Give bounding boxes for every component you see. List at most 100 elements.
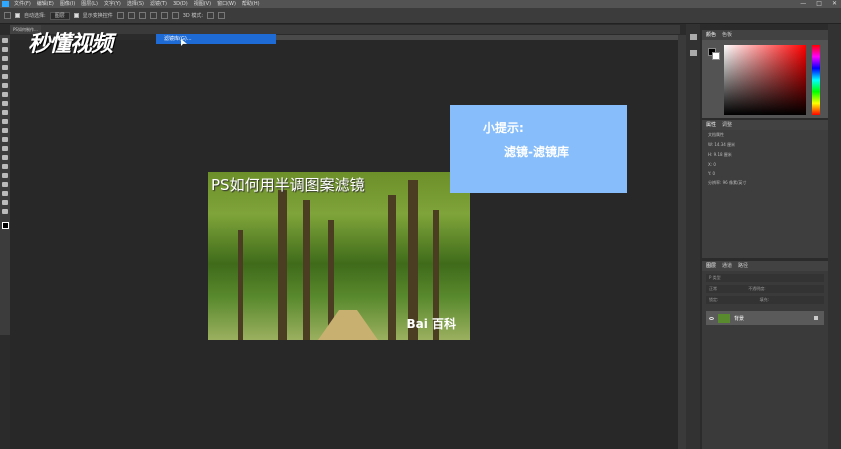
lock-icon [814,316,818,320]
menu-3d[interactable]: 3D(D) [173,0,188,8]
quick-select-icon[interactable] [2,65,8,70]
watermark-logo: 秒懂视频 [28,32,113,57]
height-value[interactable]: H: 9.18 厘米 [702,150,828,160]
blur-icon[interactable] [2,146,8,151]
vertical-scrollbar[interactable] [678,35,686,449]
menu-bar: 文件(F) 编辑(E) 图像(I) 图层(L) 文字(Y) 选择(S) 滤镜(T… [0,0,841,8]
document-properties-title: 文档属性 [708,132,724,137]
hint-body: 滤镜-滤镜库 [504,145,569,159]
filter-menu-item[interactable]: 滤镜库(G)... [156,34,276,44]
properties-panel-header: 属性 调整 [702,120,828,130]
align-right-icon[interactable] [171,12,179,19]
tab-swatches[interactable]: 色板 [722,30,732,40]
lock-label: 锁定: [709,297,719,302]
menu-filter[interactable]: 滤镜(T) [150,0,167,8]
hand-icon[interactable] [2,200,8,205]
canvas-image[interactable]: PS如何用半调图案滤镜 Bai 百科 [208,172,470,340]
layer-thumbnail [718,313,730,323]
photo-title: PS如何用半调图案滤镜 [211,176,365,194]
fill-label: 填充: [759,297,769,302]
menu-edit[interactable]: 编辑(E) [37,0,54,8]
tools-panel [0,35,10,335]
menu-file[interactable]: 文件(F) [14,0,31,8]
gradient-icon[interactable] [2,137,8,142]
align-middle-icon[interactable] [127,12,135,19]
show-transform-checkbox[interactable] [73,13,79,18]
menu-layer[interactable]: 图层(L) [81,0,98,8]
layer-name[interactable]: 背景 [734,315,744,322]
tab-layers[interactable]: 图层 [706,261,716,271]
eraser-icon[interactable] [2,128,8,133]
tab-channels[interactable]: 通道 [722,261,732,271]
pen-icon[interactable] [2,164,8,169]
history-icon[interactable] [689,34,697,40]
auto-select-dropdown[interactable]: 图层 [49,11,70,20]
hue-slider[interactable] [812,45,820,115]
visibility-eye-icon[interactable] [709,316,714,320]
brush-icon[interactable] [2,101,8,106]
shape-icon[interactable] [2,191,8,196]
history-brush-icon[interactable] [2,119,8,124]
maximize-button[interactable]: □ [816,0,822,8]
collapsed-panel-strip [686,24,700,449]
dodge-icon[interactable] [2,155,8,160]
crop-icon[interactable] [2,74,8,79]
stamp-icon[interactable] [2,110,8,115]
menu-view[interactable]: 视图(V) [194,0,211,8]
panel-scroll-strip [828,24,841,449]
options-bar: 自动选择: 图层 显示变换控件 3D 模式: [0,8,841,24]
layer-filter[interactable]: P 类型 [706,274,824,282]
auto-select-checkbox[interactable] [15,13,20,18]
zoom-icon[interactable] [2,209,8,214]
minimize-button[interactable]: — [800,0,806,8]
baike-logo: Bai 百科 [406,317,456,331]
properties-panel: 属性 调整 文档属性 W: 14.34 厘米 H: 9.18 厘米 X: 0 Y… [702,120,828,258]
hint-box: 小提示: 滤镜-滤镜库 [450,105,627,193]
eyedropper-icon[interactable] [2,83,8,88]
x-value[interactable]: X: 0 [702,160,828,169]
move-icon[interactable] [2,38,8,43]
3d-mode-label: 3D 模式: [182,13,204,19]
properties-icon[interactable] [689,50,697,56]
background-swatch[interactable] [712,52,720,60]
resolution-value: 分辨率: 96 像素/英寸 [708,180,747,185]
width-value[interactable]: W: 14.34 厘米 [702,140,828,150]
color-panel: 颜色 色板 [702,30,828,118]
move-tool-icon[interactable] [4,12,11,19]
blend-mode-value: 正常 [709,286,717,291]
tab-paths[interactable]: 路径 [738,261,748,271]
menu-select[interactable]: 选择(S) [127,0,144,8]
align-bottom-icon[interactable] [138,12,146,19]
show-transform-label: 显示变换控件 [82,13,113,19]
close-button[interactable]: ✕ [832,0,837,8]
align-center-icon[interactable] [160,12,168,19]
tab-adjustments[interactable]: 调整 [722,120,732,130]
type-icon[interactable] [2,173,8,178]
path-select-icon[interactable] [2,182,8,187]
tab-properties[interactable]: 属性 [706,120,716,130]
lasso-icon[interactable] [2,56,8,61]
y-value[interactable]: Y: 0 [702,169,828,178]
color-picker-field[interactable] [724,45,806,115]
menu-window[interactable]: 窗口(W) [217,0,236,8]
color-panel-header: 颜色 色板 [702,30,828,40]
layer-row-background[interactable]: 背景 [706,311,824,325]
photoshop-logo-icon[interactable] [2,1,9,7]
ruler [270,35,680,40]
menu-help[interactable]: 帮助(H) [242,0,260,8]
hint-title: 小提示: [483,121,524,135]
align-left-icon[interactable] [149,12,157,19]
tab-color[interactable]: 颜色 [706,30,716,40]
foreground-color-swatch[interactable] [1,222,9,229]
3d-rotate-icon[interactable] [207,12,215,19]
3d-pan-icon[interactable] [218,12,226,19]
marquee-icon[interactable] [2,47,8,52]
blend-mode-dropdown[interactable]: 正常 不透明度: [706,285,824,293]
lock-row: 锁定: 填充: [706,296,824,304]
auto-select-label: 自动选择: [24,13,46,19]
align-top-icon[interactable] [116,12,124,19]
menu-image[interactable]: 图像(I) [60,0,75,8]
opacity-label: 不透明度: [748,286,766,291]
menu-type[interactable]: 文字(Y) [104,0,121,8]
healing-icon[interactable] [2,92,8,97]
